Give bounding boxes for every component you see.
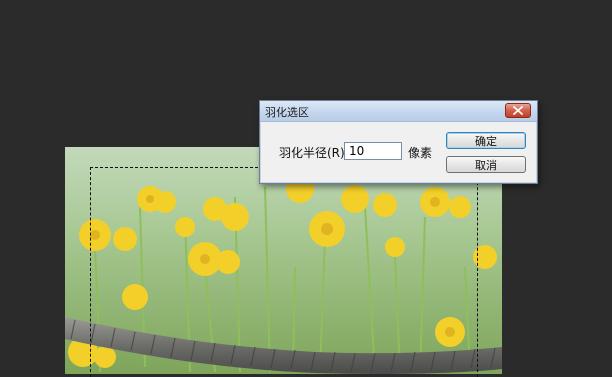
- close-button[interactable]: [505, 103, 531, 118]
- dialog-titlebar[interactable]: 羽化选区: [260, 101, 537, 122]
- feather-radius-input[interactable]: [344, 142, 402, 160]
- feather-radius-label: 羽化半径(R):: [279, 146, 349, 160]
- selection-marquee: [90, 167, 478, 377]
- ok-button[interactable]: 确定: [446, 132, 526, 149]
- dialog-title: 羽化选区: [265, 106, 309, 119]
- cancel-button[interactable]: 取消: [446, 156, 526, 173]
- pixels-unit-label: 像素: [408, 146, 433, 160]
- close-x-icon: [513, 106, 523, 115]
- feather-selection-dialog: 羽化选区 羽化半径(R): 像素 确定 取消: [259, 100, 538, 184]
